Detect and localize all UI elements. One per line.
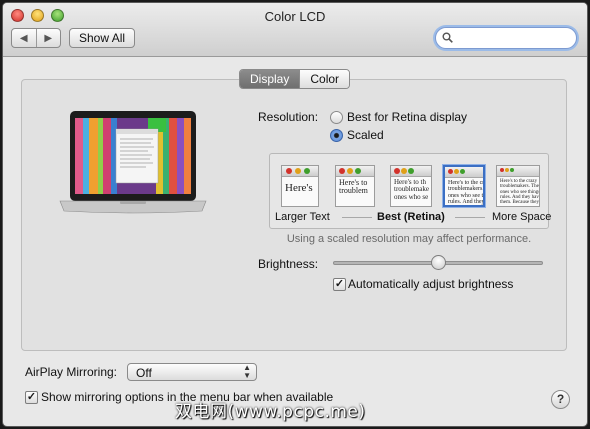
scale-option-2[interactable]: Here's to troublem	[335, 165, 375, 207]
radio-best-for-retina[interactable]	[330, 111, 343, 124]
airplay-mirroring-label: AirPlay Mirroring:	[25, 365, 118, 379]
auto-brightness-label[interactable]: Automatically adjust brightness	[348, 277, 513, 291]
scale-option-2-sample: Here's to troublem	[339, 178, 368, 196]
airplay-mirroring-select[interactable]: Off ▲ ▼	[127, 363, 257, 381]
airplay-mirroring-value: Off	[136, 366, 152, 380]
back-arrow-icon: ◀	[19, 32, 28, 44]
radio-scaled-label[interactable]: Scaled	[347, 128, 384, 142]
search-field[interactable]	[435, 27, 577, 49]
larger-text-label: Larger Text	[275, 211, 330, 223]
scale-divider-right	[455, 217, 485, 218]
scale-option-3[interactable]: Here's to th troublemake ones who se	[390, 165, 432, 207]
watermark-text: 双电网(www.pcpc.me)	[175, 402, 366, 422]
performance-hint: Using a scaled resolution may affect per…	[286, 233, 532, 245]
radio-scaled[interactable]	[330, 129, 343, 142]
resolution-label: Resolution:	[258, 110, 319, 124]
select-arrows-icon: ▲ ▼	[243, 363, 251, 380]
best-retina-label: Best (Retina)	[377, 211, 445, 223]
show-mirroring-checkbox[interactable]: ✓	[25, 391, 38, 404]
brightness-slider-knob[interactable]	[431, 255, 446, 270]
tab-color[interactable]: Color	[299, 70, 350, 88]
macbook-illustration	[59, 111, 207, 214]
forward-arrow-icon: ▶	[44, 32, 53, 44]
search-icon	[442, 32, 453, 43]
scale-divider-left	[342, 217, 372, 218]
auto-brightness-checkbox[interactable]: ✓	[333, 278, 346, 291]
scale-option-4-sample: Here's to the cr troublemakers. ones who…	[448, 180, 483, 205]
scale-option-1[interactable]: Here's	[281, 165, 319, 207]
radio-best-for-retina-label[interactable]: Best for Retina display	[347, 110, 467, 124]
scale-option-5-sample: Here's to the crazy troublemakers. The o…	[500, 179, 539, 205]
checkmark-icon: ✓	[26, 391, 37, 403]
tab-display[interactable]: Display	[240, 70, 300, 88]
back-button[interactable]: ◀	[12, 29, 36, 47]
scale-option-1-sample: Here's	[285, 182, 313, 194]
scale-option-3-sample: Here's to th troublemake ones who se	[394, 178, 429, 201]
scale-option-4[interactable]: Here's to the cr troublemakers. ones who…	[443, 165, 485, 207]
window-title: Color LCD	[264, 9, 326, 24]
checkmark-icon: ✓	[334, 278, 345, 290]
more-space-label: More Space	[492, 211, 552, 223]
title-bar: Color LCD ◀ ▶ Show All	[3, 3, 587, 57]
show-all-button[interactable]: Show All	[69, 28, 136, 48]
forward-button[interactable]: ▶	[35, 29, 61, 47]
scale-option-5[interactable]: Here's to the crazy troublemakers. The o…	[496, 165, 540, 207]
help-button[interactable]: ?	[551, 390, 570, 409]
search-input[interactable]	[454, 30, 570, 46]
tab-bar: Display Color	[239, 69, 351, 89]
back-forward-group: ◀ ▶	[11, 28, 61, 48]
scaled-resolution-chooser: Here's Here's to troublem Here's to th t…	[269, 153, 552, 229]
system-preferences-window: Color LCD ◀ ▶ Show All Display Color Res…	[2, 2, 588, 427]
brightness-label: Brightness:	[258, 257, 319, 271]
